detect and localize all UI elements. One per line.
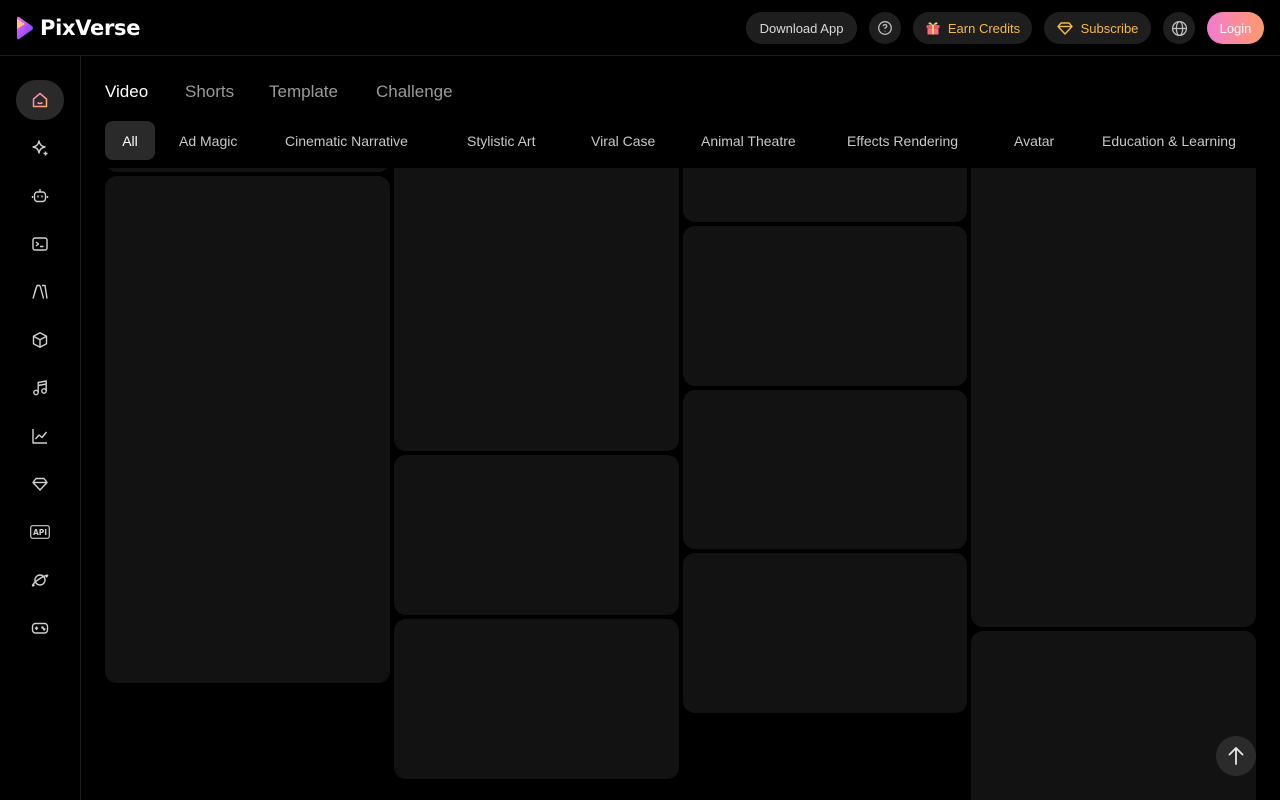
sidebar-item-games[interactable] bbox=[16, 608, 64, 648]
login-label: Login bbox=[1219, 20, 1252, 36]
category-animal-theatre[interactable]: Animal Theatre bbox=[701, 121, 796, 160]
video-card-placeholder[interactable] bbox=[971, 168, 1256, 627]
tab-challenge[interactable]: Challenge bbox=[376, 82, 453, 102]
video-card-placeholder[interactable] bbox=[683, 553, 967, 713]
video-card-placeholder[interactable] bbox=[105, 176, 390, 683]
category-education-learning[interactable]: Education & Learning bbox=[1102, 121, 1236, 160]
arrow-up-icon bbox=[1228, 747, 1244, 765]
gamepad-icon bbox=[31, 622, 49, 634]
category-stylistic-art[interactable]: Stylistic Art bbox=[467, 121, 535, 160]
left-sidebar: API bbox=[0, 56, 81, 800]
sidebar-item-home[interactable] bbox=[16, 80, 64, 120]
category-ad-magic[interactable]: Ad Magic bbox=[179, 121, 237, 160]
category-cinematic-narrative[interactable]: Cinematic Narrative bbox=[285, 121, 408, 160]
globe-icon bbox=[1171, 20, 1187, 36]
tab-video[interactable]: Video bbox=[105, 82, 148, 102]
video-card-placeholder[interactable] bbox=[683, 168, 967, 222]
sidebar-item-ai-magic[interactable] bbox=[16, 128, 64, 168]
download-app-button[interactable]: Download App bbox=[746, 12, 857, 44]
language-button[interactable] bbox=[1163, 12, 1195, 44]
help-button[interactable] bbox=[869, 12, 901, 44]
pixverse-logo[interactable]: PixVerse bbox=[17, 16, 140, 40]
chart-icon bbox=[32, 429, 48, 444]
api-icon: API bbox=[30, 525, 50, 539]
sidebar-item-explore[interactable] bbox=[16, 560, 64, 600]
video-grid bbox=[81, 168, 1280, 800]
video-card-placeholder[interactable] bbox=[971, 631, 1256, 800]
subscribe-button[interactable]: Subscribe bbox=[1044, 12, 1151, 44]
home-icon bbox=[32, 92, 48, 108]
sidebar-item-prompt[interactable] bbox=[16, 224, 64, 264]
video-card-placeholder[interactable] bbox=[394, 455, 679, 615]
video-card-placeholder[interactable] bbox=[683, 390, 967, 549]
download-app-label: Download App bbox=[759, 20, 844, 36]
sidebar-item-assets[interactable] bbox=[16, 320, 64, 360]
sidebar-item-analytics[interactable] bbox=[16, 416, 64, 456]
back-to-top-button[interactable] bbox=[1216, 736, 1256, 776]
video-card-placeholder[interactable] bbox=[394, 619, 679, 779]
video-card-placeholder[interactable] bbox=[394, 168, 679, 451]
cube-icon bbox=[32, 332, 48, 348]
sparkle-icon bbox=[32, 140, 48, 156]
music-icon bbox=[33, 380, 47, 396]
robot-icon bbox=[31, 189, 49, 203]
sidebar-item-api[interactable]: API bbox=[16, 512, 64, 552]
tab-shorts[interactable]: Shorts bbox=[185, 82, 234, 102]
gift-icon bbox=[926, 22, 940, 35]
login-button[interactable]: Login bbox=[1207, 12, 1264, 44]
top-header: PixVerse Download App Earn Credits Subsc… bbox=[0, 0, 1280, 56]
question-circle-icon bbox=[878, 21, 892, 35]
api-text: API bbox=[33, 528, 47, 537]
tab-template[interactable]: Template bbox=[269, 82, 338, 102]
sidebar-item-agent[interactable] bbox=[16, 176, 64, 216]
sidebar-item-music[interactable] bbox=[16, 368, 64, 408]
diamond-icon bbox=[1056, 22, 1073, 35]
category-filter-bar: All Ad Magic Cinematic Narrative Stylist… bbox=[81, 120, 1280, 168]
category-viral-case[interactable]: Viral Case bbox=[591, 121, 655, 160]
brand-name: PixVerse bbox=[40, 16, 141, 40]
pixverse-logo-icon bbox=[17, 16, 33, 40]
subscribe-label: Subscribe bbox=[1080, 20, 1139, 36]
earn-credits-button[interactable]: Earn Credits bbox=[913, 12, 1032, 44]
sidebar-item-style[interactable] bbox=[16, 272, 64, 312]
earn-credits-label: Earn Credits bbox=[947, 20, 1021, 36]
tag-icon bbox=[32, 477, 48, 491]
category-all[interactable]: All bbox=[105, 121, 155, 160]
video-card-placeholder[interactable] bbox=[683, 226, 967, 386]
category-avatar[interactable]: Avatar bbox=[1014, 121, 1054, 160]
category-effects-rendering[interactable]: Effects Rendering bbox=[847, 121, 958, 160]
terminal-icon bbox=[32, 237, 48, 251]
sidebar-item-pricing[interactable] bbox=[16, 464, 64, 504]
planet-icon bbox=[31, 574, 49, 587]
video-card-placeholder[interactable] bbox=[105, 168, 390, 172]
brush-icon bbox=[32, 284, 48, 299]
